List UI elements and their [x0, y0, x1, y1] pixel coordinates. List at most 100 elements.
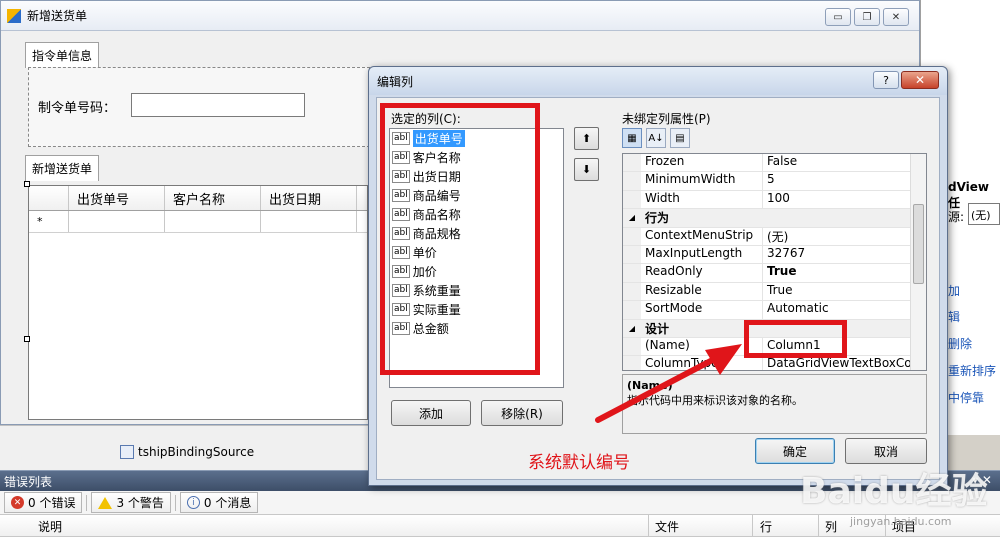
property-category[interactable]: ◢ 行为: [623, 209, 926, 228]
cancel-button[interactable]: 取消: [845, 438, 927, 464]
category-name: 行为: [645, 211, 670, 226]
property-name: Width: [641, 190, 763, 209]
tasks-link-edit[interactable]: 辑: [948, 308, 960, 325]
property-value[interactable]: 100: [763, 191, 926, 208]
column-file[interactable]: 文件: [655, 518, 679, 535]
property-row[interactable]: ColumnType DataGridViewTextBoxColu: [623, 356, 926, 370]
order-number-label: 制令单号码：: [38, 101, 117, 116]
delivery-grid[interactable]: 出货单号 客户名称 出货日期 *: [28, 185, 368, 420]
messages-filter-button[interactable]: i 0 个消息: [179, 492, 259, 513]
properties-label: 未绑定列属性(P): [622, 112, 711, 126]
errors-filter-button[interactable]: ✕ 0 个错误: [4, 492, 83, 513]
grid-new-row[interactable]: *: [29, 211, 367, 233]
description-title: (Name): [627, 379, 673, 392]
tab-order-info[interactable]: 指令单信息: [25, 42, 100, 68]
grid-column-header[interactable]: 出货日期: [261, 186, 357, 210]
column-line[interactable]: 行: [760, 518, 772, 535]
property-name: SortMode: [641, 301, 763, 319]
property-pages-icon[interactable]: ▤: [670, 128, 690, 148]
property-row[interactable]: SortMode Automatic: [623, 301, 926, 320]
grid-header: 出货单号 客户名称 出货日期: [29, 186, 367, 211]
property-name: MinimumWidth: [641, 172, 763, 190]
property-value[interactable]: False: [763, 154, 926, 171]
annotation-box-columns: [380, 103, 540, 375]
tasks-link-reorder[interactable]: 重新排序: [948, 362, 996, 379]
dialog-title: 编辑列: [377, 74, 414, 89]
property-value[interactable]: 32767: [763, 246, 926, 263]
category-collapse-icon[interactable]: ◢: [623, 319, 641, 337]
property-gutter: [623, 154, 641, 172]
warning-icon: [98, 496, 113, 509]
property-row[interactable]: Frozen False: [623, 154, 926, 173]
resize-handle[interactable]: [24, 181, 30, 187]
column-divider: [648, 515, 649, 537]
property-name: ReadOnly: [641, 264, 763, 282]
warnings-filter-button[interactable]: 3 个警告: [91, 492, 171, 513]
property-gutter: [623, 337, 641, 356]
property-gutter: [623, 190, 641, 209]
property-description: (Name) 指示代码中用来标识该对象的名称。: [622, 374, 927, 434]
scrollbar-thumb[interactable]: [913, 204, 924, 284]
property-name: MaxInputLength: [641, 245, 763, 264]
category-collapse-icon[interactable]: ◢: [623, 209, 641, 227]
tasks-link-dock[interactable]: 中停靠: [948, 389, 984, 406]
property-row[interactable]: ContextMenuStrip (无): [623, 227, 926, 246]
property-value[interactable]: Automatic: [763, 301, 926, 318]
property-gutter: [623, 245, 641, 264]
toolbar-separator: [86, 494, 88, 511]
maximize-button[interactable]: ❐: [854, 8, 880, 26]
form-app-icon: [7, 8, 21, 23]
add-button[interactable]: 添加: [391, 400, 471, 426]
resize-handle[interactable]: [24, 336, 30, 342]
grid-column-header[interactable]: 客户名称: [165, 186, 261, 210]
close-button[interactable]: ✕: [883, 8, 909, 26]
property-value[interactable]: 5: [763, 172, 926, 189]
binding-source-component[interactable]: tshipBindingSource: [120, 445, 254, 459]
tasks-link-delete[interactable]: 删除: [948, 335, 972, 352]
dialog-titlebar: 编辑列 ? ✕: [369, 67, 947, 95]
property-row[interactable]: Width 100: [623, 190, 926, 210]
dialog-close-button[interactable]: ✕: [901, 71, 939, 89]
alphabetical-sort-icon[interactable]: A↓: [646, 128, 666, 148]
tasks-link-add[interactable]: 加: [948, 282, 960, 299]
property-row[interactable]: Resizable True: [623, 282, 926, 302]
property-gutter: [623, 172, 641, 190]
tasks-source-select[interactable]: (无): [968, 203, 1000, 225]
property-row[interactable]: ReadOnly True: [623, 264, 926, 283]
grid-cell[interactable]: [69, 211, 165, 232]
grid-cell[interactable]: [165, 211, 261, 232]
grid-column-header[interactable]: 出货单号: [69, 186, 165, 210]
error-icon: ✕: [11, 496, 24, 509]
tasks-source-label: 源:: [948, 210, 965, 224]
form-title: 新增送货单: [27, 9, 88, 23]
baidu-jingyan-watermark: Baidu经验: [800, 471, 988, 512]
errors-count: 0 个错误: [28, 496, 76, 510]
property-row[interactable]: MaxInputLength 32767: [623, 245, 926, 265]
annotation-label: 系统默认编号: [528, 453, 630, 473]
grid-cell[interactable]: [261, 211, 357, 232]
column-column[interactable]: 列: [825, 518, 837, 535]
property-gutter: [623, 282, 641, 301]
move-down-button[interactable]: ⬇: [574, 158, 599, 181]
description-text: 指示代码中用来标识该对象的名称。: [627, 394, 803, 407]
watermark-url: jingyan.baidu.com: [850, 515, 952, 528]
property-grid-scrollbar[interactable]: [910, 154, 926, 370]
property-value[interactable]: True: [763, 283, 926, 300]
move-up-button[interactable]: ⬆: [574, 127, 599, 150]
help-button[interactable]: ?: [873, 71, 899, 89]
order-number-input[interactable]: [131, 93, 305, 117]
minimize-button[interactable]: ▭: [825, 8, 851, 26]
property-row[interactable]: MinimumWidth 5: [623, 172, 926, 191]
tab-new-delivery[interactable]: 新增送货单: [25, 155, 100, 181]
property-gutter: [623, 301, 641, 319]
property-gutter: [623, 227, 641, 245]
property-value[interactable]: (无): [763, 228, 926, 245]
property-name: Frozen: [641, 154, 763, 172]
column-description[interactable]: 说明: [38, 518, 62, 535]
ok-button[interactable]: 确定: [755, 438, 835, 464]
remove-button[interactable]: 移除(R): [481, 400, 563, 426]
categorized-icon[interactable]: ▦: [622, 128, 642, 148]
annotation-box-name: [744, 320, 847, 358]
property-value[interactable]: True: [763, 264, 926, 281]
property-value[interactable]: DataGridViewTextBoxColu: [763, 356, 926, 370]
